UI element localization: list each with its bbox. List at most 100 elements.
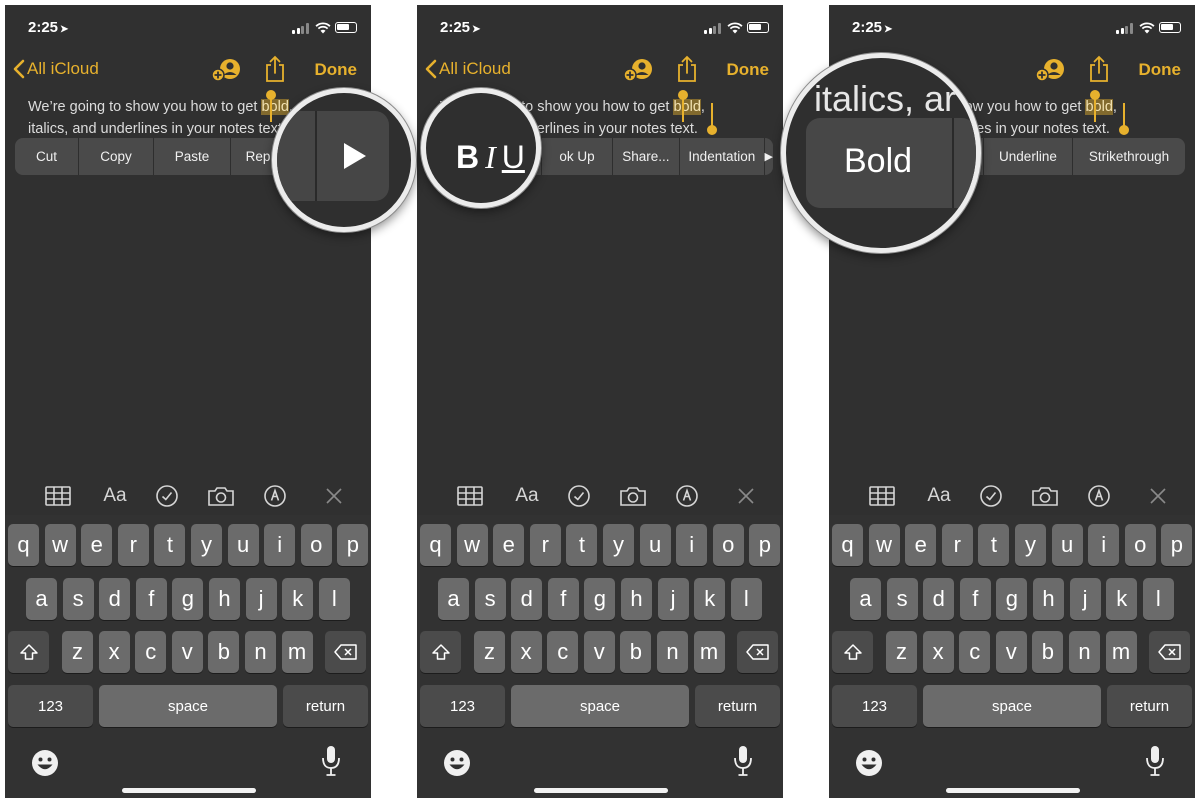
menu-item-copy-button[interactable]: Copy bbox=[79, 138, 154, 175]
space-key[interactable]: space bbox=[99, 685, 277, 727]
key-j[interactable]: j bbox=[657, 578, 689, 620]
delete-key[interactable] bbox=[737, 631, 778, 673]
menu-item-share-button[interactable]: Share... bbox=[613, 138, 681, 175]
add-people-icon[interactable] bbox=[211, 57, 241, 83]
key-c[interactable]: c bbox=[135, 631, 167, 673]
key-i[interactable]: i bbox=[676, 524, 708, 566]
camera-icon[interactable] bbox=[207, 483, 235, 509]
menu-item-paste-button[interactable]: Paste bbox=[154, 138, 231, 175]
key-r[interactable]: r bbox=[529, 524, 561, 566]
back-button[interactable]: All iCloud bbox=[425, 59, 511, 79]
emoji-icon[interactable] bbox=[31, 749, 59, 777]
menu-item-look-up-button[interactable]: ok Up bbox=[542, 138, 613, 175]
menu-item-cut-button[interactable]: Cut bbox=[15, 138, 79, 175]
key-z[interactable]: z bbox=[886, 631, 917, 673]
checklist-icon[interactable] bbox=[155, 483, 179, 509]
key-q[interactable]: q bbox=[832, 524, 863, 566]
key-j[interactable]: j bbox=[1069, 578, 1101, 620]
selection-start-handle[interactable] bbox=[1090, 90, 1100, 122]
menu-item-strikethrough-button[interactable]: Strikethrough bbox=[1073, 138, 1185, 175]
microphone-icon[interactable] bbox=[321, 745, 341, 777]
share-icon[interactable] bbox=[676, 55, 698, 83]
space-key[interactable]: space bbox=[511, 685, 689, 727]
key-x[interactable]: x bbox=[98, 631, 130, 673]
key-v[interactable]: v bbox=[995, 631, 1027, 673]
table-icon[interactable] bbox=[45, 483, 71, 509]
return-key[interactable]: return bbox=[283, 685, 368, 727]
emoji-icon[interactable] bbox=[855, 749, 883, 777]
format-text-button[interactable]: Aa bbox=[100, 483, 130, 509]
key-p[interactable]: p bbox=[749, 524, 781, 566]
checklist-icon[interactable] bbox=[979, 483, 1003, 509]
key-h[interactable]: h bbox=[1033, 578, 1064, 620]
key-w[interactable]: w bbox=[456, 524, 488, 566]
space-key[interactable]: space bbox=[923, 685, 1101, 727]
table-icon[interactable] bbox=[457, 483, 483, 509]
key-e[interactable]: e bbox=[493, 524, 525, 566]
key-g[interactable]: g bbox=[172, 578, 204, 620]
camera-icon[interactable] bbox=[1031, 483, 1059, 509]
microphone-icon[interactable] bbox=[733, 745, 753, 777]
bold-button[interactable]: Bold bbox=[844, 142, 912, 181]
key-m[interactable]: m bbox=[281, 631, 313, 673]
key-a[interactable]: a bbox=[438, 578, 469, 620]
key-m[interactable]: m bbox=[693, 631, 725, 673]
key-u[interactable]: u bbox=[227, 524, 259, 566]
checklist-icon[interactable] bbox=[567, 483, 591, 509]
shift-key[interactable] bbox=[8, 631, 49, 673]
key-t[interactable]: t bbox=[566, 524, 598, 566]
selected-word[interactable]: bold bbox=[1085, 99, 1113, 115]
key-v[interactable]: v bbox=[171, 631, 203, 673]
key-g[interactable]: g bbox=[584, 578, 616, 620]
key-p[interactable]: p bbox=[1161, 524, 1193, 566]
key-o[interactable]: o bbox=[712, 524, 744, 566]
microphone-icon[interactable] bbox=[1145, 745, 1165, 777]
key-a[interactable]: a bbox=[850, 578, 881, 620]
key-k[interactable]: k bbox=[282, 578, 314, 620]
key-b[interactable]: b bbox=[620, 631, 652, 673]
key-x[interactable]: x bbox=[922, 631, 954, 673]
back-button[interactable]: All iCloud bbox=[13, 59, 99, 79]
key-p[interactable]: p bbox=[337, 524, 369, 566]
add-people-icon[interactable] bbox=[623, 57, 653, 83]
key-w[interactable]: w bbox=[44, 524, 76, 566]
key-s[interactable]: s bbox=[886, 578, 918, 620]
key-r[interactable]: r bbox=[117, 524, 149, 566]
key-g[interactable]: g bbox=[996, 578, 1028, 620]
selection-end-handle[interactable] bbox=[1119, 103, 1129, 135]
markup-pen-icon[interactable] bbox=[1087, 483, 1111, 509]
key-o[interactable]: o bbox=[300, 524, 332, 566]
key-x[interactable]: x bbox=[510, 631, 542, 673]
markup-pen-icon[interactable] bbox=[675, 483, 699, 509]
key-h[interactable]: h bbox=[621, 578, 652, 620]
close-icon[interactable] bbox=[324, 483, 344, 509]
done-button[interactable]: Done bbox=[315, 60, 358, 80]
share-icon[interactable] bbox=[1088, 55, 1110, 83]
selection-start-handle[interactable] bbox=[678, 90, 688, 122]
key-b[interactable]: b bbox=[1032, 631, 1064, 673]
add-people-icon[interactable] bbox=[1035, 57, 1065, 83]
key-c[interactable]: c bbox=[959, 631, 991, 673]
share-icon[interactable] bbox=[264, 55, 286, 83]
key-f[interactable]: f bbox=[959, 578, 991, 620]
menu-item-underline-button[interactable]: Underline bbox=[984, 138, 1073, 175]
key-t[interactable]: t bbox=[154, 524, 186, 566]
selected-word[interactable]: bold bbox=[673, 99, 701, 115]
key-k[interactable]: k bbox=[694, 578, 726, 620]
key-b[interactable]: b bbox=[208, 631, 240, 673]
key-e[interactable]: e bbox=[905, 524, 937, 566]
key-n[interactable]: n bbox=[1069, 631, 1100, 673]
selection-end-handle[interactable] bbox=[707, 103, 717, 135]
key-n[interactable]: n bbox=[245, 631, 276, 673]
done-button[interactable]: Done bbox=[1139, 60, 1182, 80]
key-q[interactable]: q bbox=[8, 524, 39, 566]
key-l[interactable]: l bbox=[1142, 578, 1174, 620]
key-f[interactable]: f bbox=[547, 578, 579, 620]
numbers-key[interactable]: 123 bbox=[832, 685, 917, 727]
selection-start-handle[interactable] bbox=[266, 90, 276, 122]
close-icon[interactable] bbox=[736, 483, 756, 509]
return-key[interactable]: return bbox=[695, 685, 780, 727]
key-y[interactable]: y bbox=[1015, 524, 1046, 566]
key-v[interactable]: v bbox=[583, 631, 615, 673]
numbers-key[interactable]: 123 bbox=[8, 685, 93, 727]
